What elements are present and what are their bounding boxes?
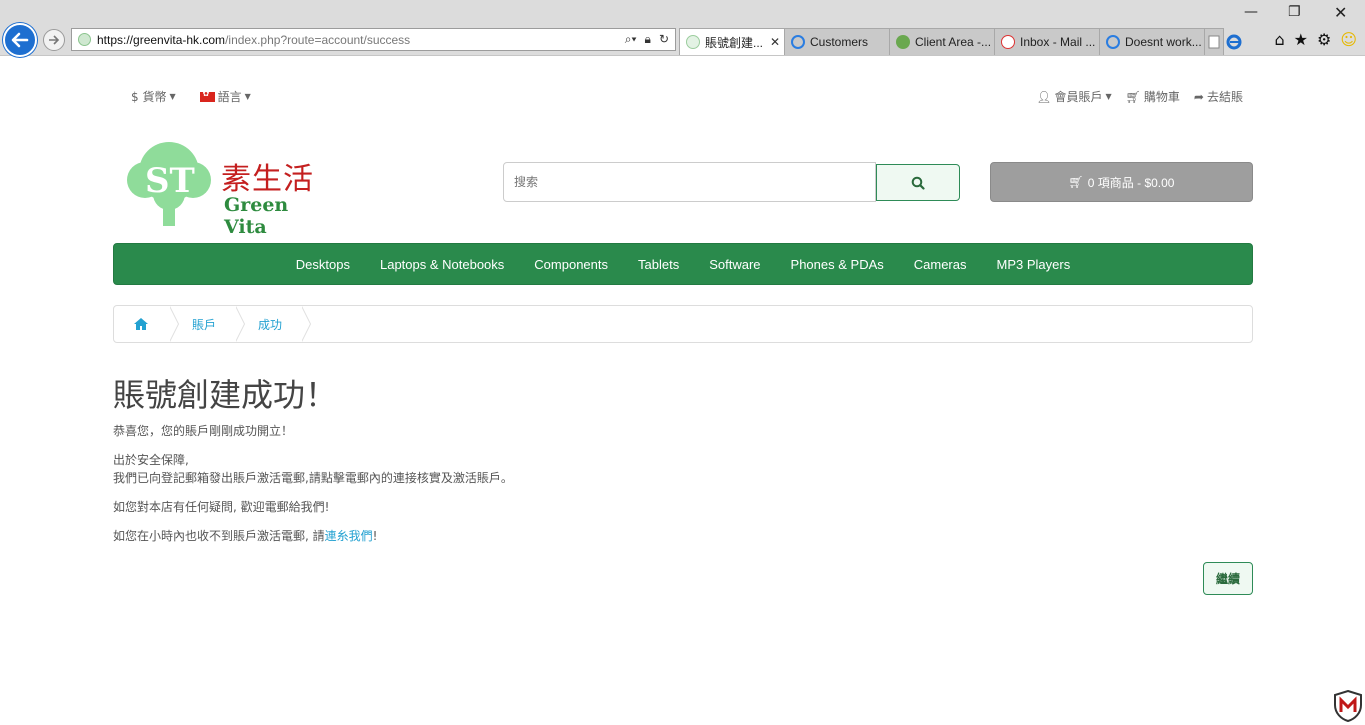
lock-icon[interactable]: 🔒︎ <box>645 32 651 47</box>
menu-item-laptops[interactable]: Laptops & Notebooks <box>365 257 519 272</box>
tab-doesnt-work[interactable]: Doesnt work... <box>1099 28 1205 55</box>
share-arrow-icon: ➦ <box>1193 89 1204 104</box>
client-area-favicon-icon <box>896 35 910 49</box>
close-tab-icon[interactable]: ✕ <box>770 35 780 49</box>
smiley-feedback-icon[interactable]: ☺ <box>1340 30 1357 49</box>
account-dropdown[interactable]: 👤︎ 會員賬戶 ▼ <box>1036 88 1111 105</box>
home-icon[interactable]: ⌂ <box>1274 30 1284 49</box>
tab-inbox[interactable]: Inbox - Mail ... <box>994 28 1100 55</box>
url-domain: https://greenvita-hk.com <box>97 32 226 47</box>
new-tab-icon <box>1208 35 1220 49</box>
help-text: 如您在小時內也收不到賬戶激活電郵, 請連糸我們! <box>113 527 513 545</box>
back-button[interactable] <box>3 23 37 57</box>
category-menu: Desktops Laptops & Notebooks Components … <box>113 243 1253 285</box>
menu-item-desktops[interactable]: Desktops <box>281 257 365 272</box>
caret-down-icon: ▼ <box>169 92 176 101</box>
minimize-button[interactable]: — <box>1244 4 1258 20</box>
search-icon[interactable]: ⌕▾ <box>625 32 637 47</box>
cart-summary: 0 項商品 - $0.00 <box>1087 175 1175 190</box>
tab-label: 賬號創建... <box>705 35 764 50</box>
site-logo[interactable]: ST 素生活 Green Vita <box>123 136 328 238</box>
tab-label: Inbox - Mail ... <box>1020 35 1096 49</box>
tab-label: Customers <box>810 35 869 49</box>
tree-logo-icon: ST <box>127 142 211 226</box>
tab-client-area[interactable]: Client Area -... <box>889 28 995 55</box>
tab-customers[interactable]: Customers <box>784 28 890 55</box>
activation-text: 出於安全保障, 我們已向登記郵箱發出賬戶激活電郵,請點擊電郵內的連接核實及激活賬… <box>113 451 513 487</box>
top-bar: $ 貨幣▼ 語言▼ 👤︎ 會員賬戶▼ 🛒︎ 購物車 ➦ 去結賬 <box>113 88 1253 106</box>
caret-down-icon: ▼ <box>244 92 251 101</box>
site-favicon-icon <box>78 33 91 46</box>
svg-text:ST: ST <box>145 161 195 201</box>
search-box <box>503 162 960 202</box>
settings-gear-icon[interactable]: ⚙ <box>1317 30 1331 49</box>
language-label: 語言 <box>217 90 242 104</box>
contact-text: 如您對本店有任何疑問, 歡迎電郵給我們! <box>113 500 330 514</box>
menu-item-software[interactable]: Software <box>694 257 775 272</box>
hello-kitty-icon <box>1001 35 1015 49</box>
cart-button[interactable]: 🛒︎ 0 項商品 - $0.00 <box>990 162 1253 202</box>
breadcrumb: 賬戶 成功 <box>113 305 1253 343</box>
logo-english-text: Green Vita <box>224 194 289 238</box>
caret-down-icon: ▼ <box>1105 92 1112 101</box>
menu-item-tablets[interactable]: Tablets <box>623 257 694 272</box>
menu-item-mp3[interactable]: MP3 Players <box>982 257 1086 272</box>
browser-toolbar-right: ⌂ ★ ⚙ ☺ <box>1274 30 1357 49</box>
restore-button[interactable]: ❐ <box>1288 4 1301 20</box>
menu-item-phones[interactable]: Phones & PDAs <box>776 257 899 272</box>
checkout-label: 去結賬 <box>1206 90 1243 104</box>
forward-arrow-icon <box>49 35 60 45</box>
back-arrow-icon <box>11 32 29 48</box>
greenvita-favicon-icon <box>686 35 700 49</box>
favorites-star-icon[interactable]: ★ <box>1294 30 1308 49</box>
forward-button[interactable] <box>43 29 65 51</box>
activation-line-2: 我們已向登記郵箱發出賬戶激活電郵,請點擊電郵內的連接核實及激活賬戶。 <box>113 471 513 485</box>
tab-strip: 賬號創建... ✕ Customers Client Area -... Inb… <box>679 28 1244 55</box>
tab-label: Client Area -... <box>915 35 992 49</box>
menu-item-cameras[interactable]: Cameras <box>899 257 982 272</box>
help-text-prefix: 如您在小時內也收不到賬戶激活電郵, 請 <box>113 529 325 543</box>
breadcrumb-success[interactable]: 成功 <box>236 306 312 342</box>
currency-label: $ 貨幣 <box>131 90 167 104</box>
browser-chrome: — ❐ ✕ https://greenvita-hk.com /index.ph… <box>0 0 1365 57</box>
mcafee-shield-icon <box>1334 690 1362 722</box>
address-bar[interactable]: https://greenvita-hk.com /index.php?rout… <box>71 28 676 51</box>
currency-dropdown[interactable]: $ 貨幣 ▼ <box>131 88 176 105</box>
user-icon: 👤︎ <box>1036 89 1052 104</box>
checkout-link[interactable]: ➦ 去結賬 <box>1194 88 1243 105</box>
ie-logo-icon <box>1224 28 1244 55</box>
shopping-cart-icon: 🛒︎ <box>1125 89 1141 104</box>
cart-link[interactable]: 🛒︎ 購物車 <box>1126 88 1180 105</box>
refresh-icon[interactable]: ↻ <box>659 32 669 47</box>
search-input[interactable] <box>503 162 876 202</box>
search-icon <box>911 176 925 190</box>
contact-us-link[interactable]: 連糸我們 <box>325 529 373 543</box>
continue-button[interactable]: 繼續 <box>1203 562 1253 595</box>
success-message: 恭喜您，您的賬戶剛剛成功開立！ 出於安全保障, 我們已向登記郵箱發出賬戶激活電郵… <box>113 422 513 556</box>
hk-flag-icon <box>199 89 215 102</box>
tab-account-success[interactable]: 賬號創建... ✕ <box>679 28 785 55</box>
search-button[interactable] <box>876 164 960 201</box>
shopping-cart-icon: 🛒︎ <box>1068 175 1084 189</box>
breadcrumb-account[interactable]: 賬戶 <box>170 306 246 342</box>
breadcrumb-home[interactable] <box>114 306 179 342</box>
tab-label: Doesnt work... <box>1125 35 1202 49</box>
menu-item-components[interactable]: Components <box>519 257 623 272</box>
new-tab-button[interactable] <box>1204 28 1224 55</box>
help-text-suffix: ! <box>372 529 378 543</box>
url-path: /index.php?route=account/success <box>225 32 411 47</box>
ie-icon <box>791 35 805 49</box>
ie-icon <box>1106 35 1120 49</box>
close-window-button[interactable]: ✕ <box>1334 3 1347 22</box>
page-title: 賬號創建成功！ <box>113 376 338 414</box>
home-icon <box>134 318 148 330</box>
congrats-text: 恭喜您，您的賬戶剛剛成功開立！ <box>113 424 294 438</box>
account-label: 會員賬戶 <box>1054 90 1103 104</box>
activation-line-1: 出於安全保障, <box>113 453 189 467</box>
language-dropdown[interactable]: 語言▼ <box>199 88 251 105</box>
cart-label: 購物車 <box>1143 90 1180 104</box>
logo-chinese-text: 素生活 <box>221 162 314 197</box>
